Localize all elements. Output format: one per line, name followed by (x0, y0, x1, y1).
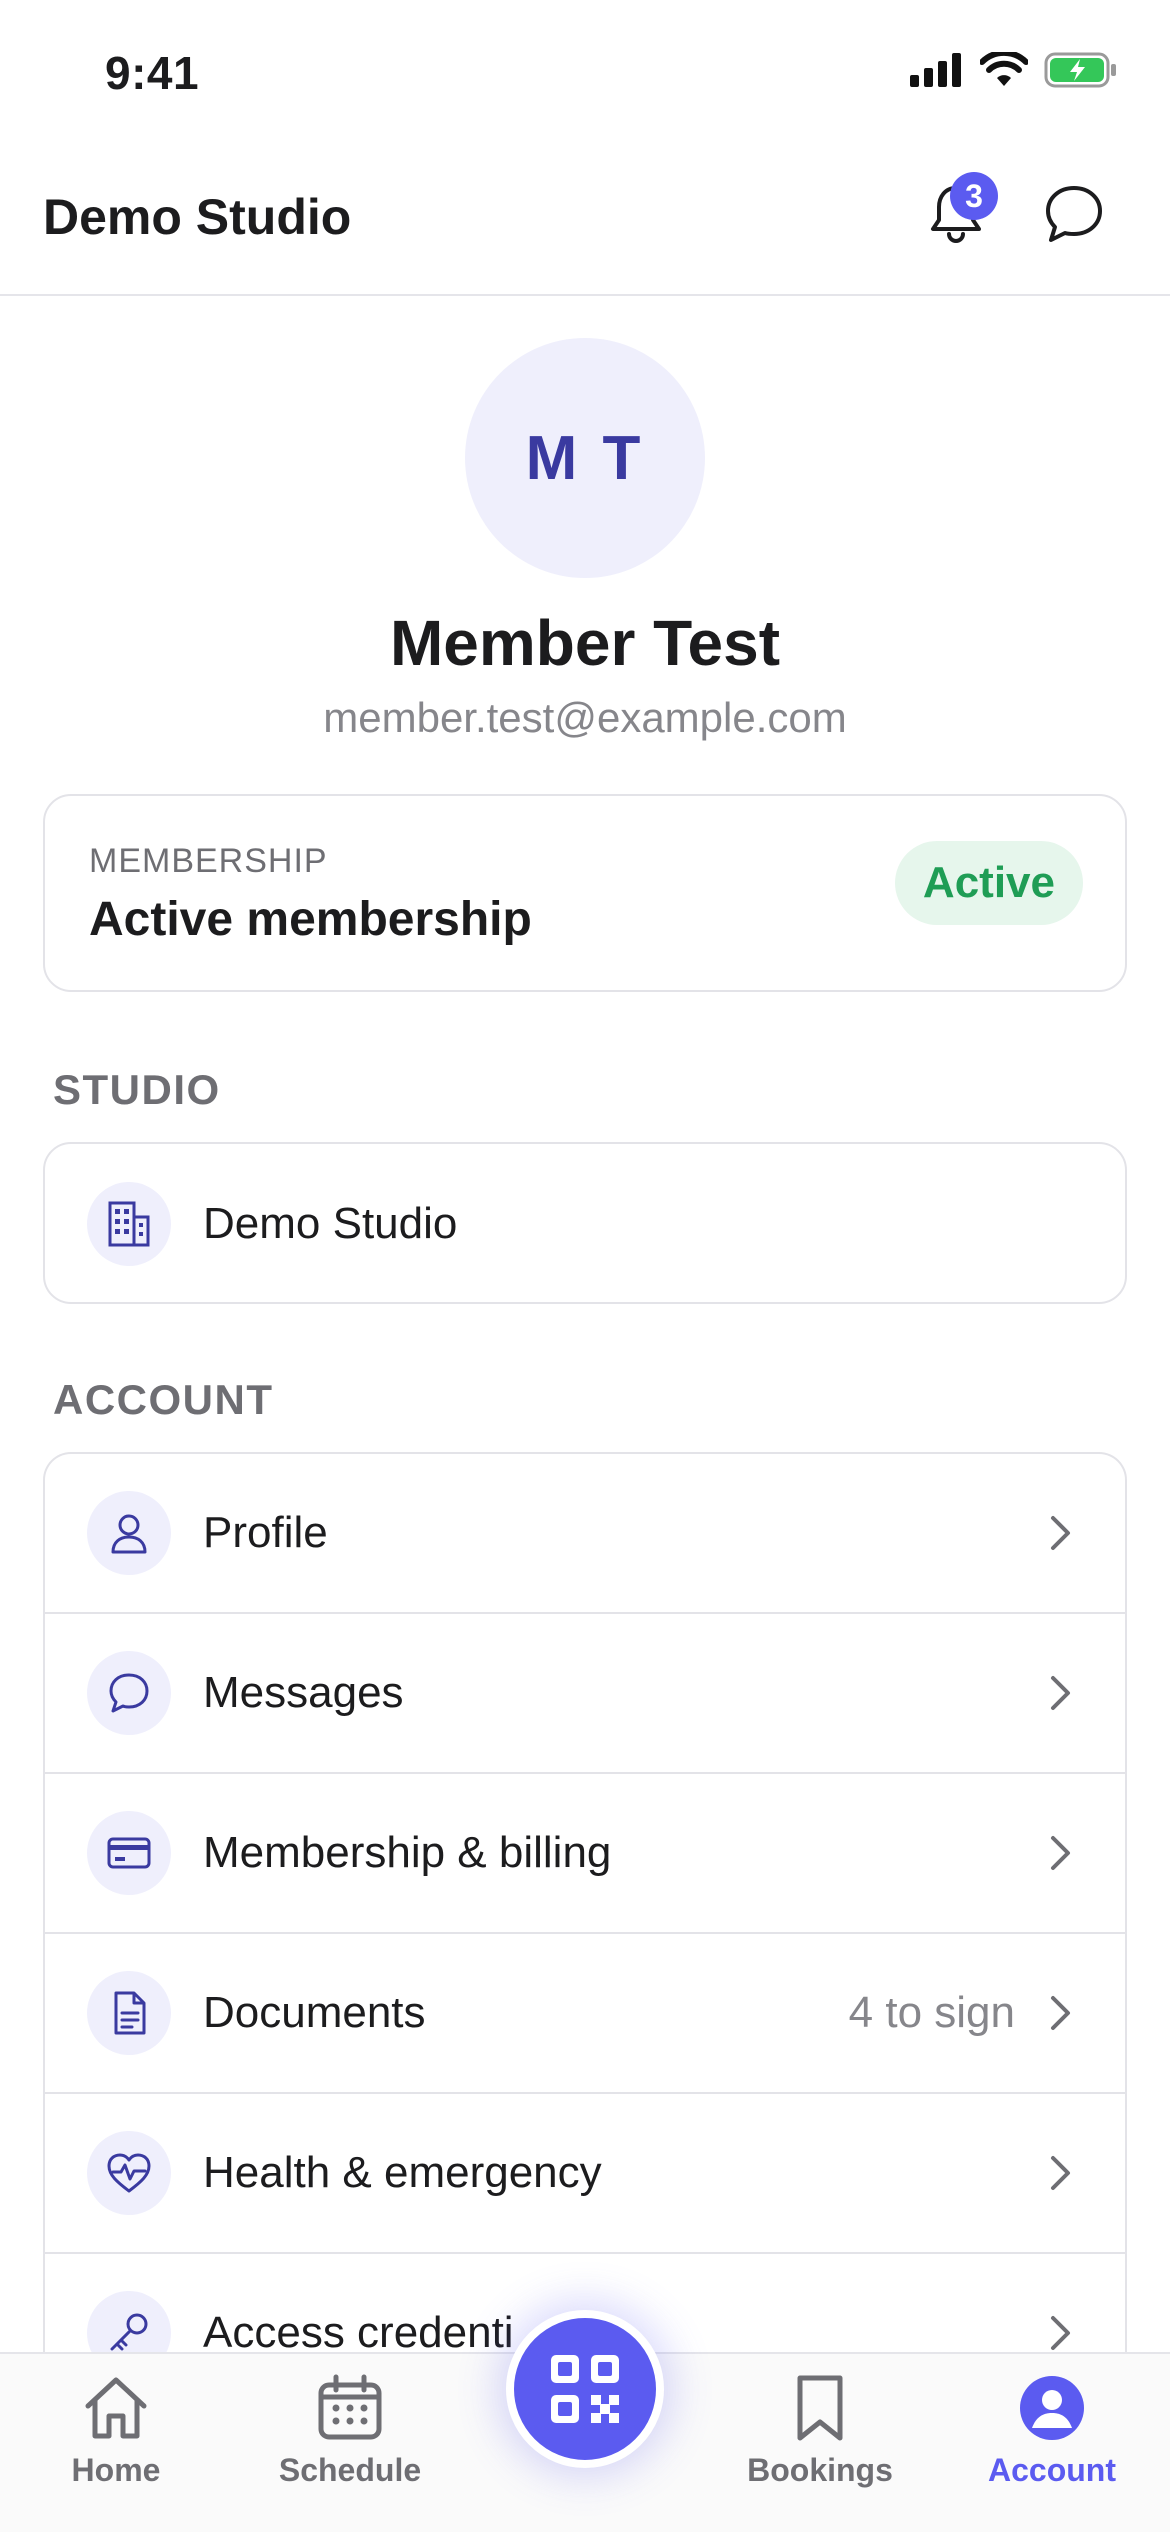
credit-card-icon (107, 1837, 151, 1869)
row-icon-wrap (87, 2131, 171, 2215)
account-item-documents[interactable]: Documents 4 to sign (45, 1934, 1125, 2094)
studio-name: Demo Studio (203, 1199, 458, 1248)
account-section-label: ACCOUNT (53, 1376, 274, 1423)
battery-charging-icon (1044, 52, 1116, 88)
profile-name: Member Test (389, 607, 781, 679)
chevron-right-icon (1049, 1994, 1073, 2032)
tab-schedule-label: Schedule (278, 2452, 422, 2488)
chevron-right-icon (1049, 2154, 1073, 2192)
tab-account-label: Account (988, 2452, 1116, 2488)
chevron-right-icon (1049, 1834, 1073, 1872)
account-item-label: Membership & billing (203, 1828, 612, 1877)
chevron-right-icon (1049, 2314, 1073, 2352)
chat-bubble-icon (109, 1673, 149, 1713)
profile-email: member.test@example.com (323, 694, 847, 741)
chat-button[interactable] (1038, 178, 1110, 250)
heart-pulse-icon (107, 2153, 151, 2193)
row-icon-wrap (87, 1811, 171, 1895)
chevron-right-icon (1049, 1514, 1073, 1552)
studio-row[interactable]: Demo Studio (45, 1144, 1125, 1304)
account-item-billing[interactable]: Membership & billing (45, 1774, 1125, 1934)
cellular-signal-icon (910, 53, 961, 87)
row-icon-wrap (87, 1971, 171, 2055)
membership-card: MEMBERSHIP Active membership Active (43, 794, 1127, 992)
bookmark-icon (797, 2375, 843, 2441)
tab-schedule[interactable]: Schedule (250, 2372, 450, 2489)
studio-icon-wrap (87, 1182, 171, 1266)
row-icon-wrap (87, 1491, 171, 1575)
chevron-right-icon (1049, 1674, 1073, 1712)
status-icons (910, 52, 1118, 88)
header-actions: 3 (920, 172, 1110, 250)
avatar: M T (465, 338, 705, 578)
wifi-icon (980, 52, 1028, 86)
status-time: 9:41 (105, 47, 200, 99)
studio-card[interactable]: Demo Studio (43, 1142, 1127, 1304)
status-bar: 9:41 (0, 0, 1170, 150)
top-header: Demo Studio 3 (0, 150, 1170, 296)
membership-title: Active membership (89, 893, 532, 946)
account-item-label: Documents (203, 1988, 426, 2037)
account-item-label: Profile (203, 1508, 328, 1557)
studio-section-label: STUDIO (53, 1066, 221, 1113)
chat-bubble-icon (1046, 186, 1102, 242)
tab-bookings[interactable]: Bookings (720, 2372, 920, 2489)
home-icon (85, 2377, 147, 2439)
notification-badge: 3 (950, 172, 998, 220)
row-icon-wrap (87, 1651, 171, 1735)
tab-home-label: Home (71, 2452, 161, 2488)
account-item-health[interactable]: Health & emergency (45, 2094, 1125, 2254)
membership-status-badge: Active (894, 841, 1083, 925)
tab-account[interactable]: Account (952, 2372, 1152, 2489)
account-circle-icon (1020, 2376, 1084, 2440)
documents-to-sign-count: 4 to sign (848, 1988, 1015, 2037)
account-screen: 9:41 Demo Studio 3 M T Member Test membe… (0, 0, 1170, 2532)
tab-home[interactable]: Home (16, 2372, 216, 2489)
qr-code-icon (551, 2355, 619, 2423)
account-item-messages[interactable]: Messages (45, 1614, 1125, 1774)
key-icon (110, 2313, 148, 2351)
document-icon (114, 1991, 146, 2035)
person-icon (111, 1514, 147, 1554)
building-icon (108, 1201, 150, 1247)
account-item-label: Health & emergency (203, 2148, 602, 2197)
calendar-icon (318, 2374, 382, 2440)
membership-kicker: MEMBERSHIP (89, 842, 328, 880)
notifications-button[interactable]: 3 (920, 172, 998, 250)
account-item-label: Access credenti (203, 2308, 514, 2357)
account-item-label: Messages (203, 1668, 404, 1717)
qr-scan-button[interactable] (506, 2310, 664, 2468)
account-item-profile[interactable]: Profile (45, 1454, 1125, 1614)
studio-title: Demo Studio (43, 189, 352, 245)
tab-bookings-label: Bookings (747, 2452, 893, 2488)
